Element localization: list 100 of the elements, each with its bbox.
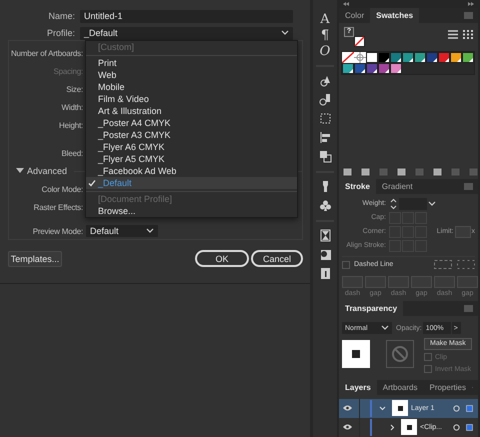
color-swatch[interactable] [390,62,402,74]
visibility-icon[interactable] [343,405,352,412]
color-swatch[interactable] [462,52,474,63]
templates-button[interactable]: Templates... [8,250,62,266]
stepper-icon[interactable] [389,198,398,210]
menu-item[interactable]: Mobile [86,81,297,93]
color-swatch[interactable] [366,62,378,74]
dash-corners-icon[interactable] [457,260,475,269]
menu-item[interactable]: _Default [86,177,297,189]
menu-item: [Document Profile] [97,193,174,205]
hourglass-icon[interactable] [318,229,332,242]
dash-field[interactable] [411,276,432,288]
checkbox[interactable] [424,353,432,362]
opentype-tool[interactable]: O [320,44,330,60]
chevron-down-icon [146,228,154,234]
shapes-icon[interactable] [318,74,332,87]
weight-field[interactable] [399,198,427,210]
menu-item[interactable]: _Flyer A5 CMYK [86,153,297,165]
no-mask-icon [386,340,414,368]
setting-label: Size: [65,84,84,94]
registration-swatch[interactable] [354,52,366,63]
selection-square-icon[interactable] [466,404,473,412]
layer-thumbnail [401,419,417,436]
profile-select[interactable]: _Default [80,26,293,40]
target-icon[interactable] [453,404,460,412]
dash-align-icon[interactable] [434,260,452,269]
color-swatch[interactable] [354,62,366,74]
artwork-thumbnail [342,340,370,368]
color-swatch[interactable] [450,52,462,63]
pathfinder-icon[interactable] [318,150,332,163]
setting-label: Width: [60,102,84,112]
list-view-icon[interactable] [448,30,458,39]
align-left-icon[interactable] [318,131,332,144]
chevron-down-icon [428,200,436,206]
dash-field[interactable] [434,276,455,288]
menu-item[interactable]: Art & Illustration [86,105,297,117]
menu-item[interactable]: _Poster A4 CMYK [86,117,297,129]
color-swatch[interactable] [414,52,426,63]
panel-tab[interactable]: Color [339,8,370,23]
panel-tab[interactable]: Properties [423,380,472,395]
panel-tab[interactable]: Swatches [370,8,420,23]
grid-view-icon[interactable] [463,30,473,39]
selection-square-icon[interactable] [466,424,473,431]
menu-item[interactable]: Browse... [86,205,297,217]
preview-mode-select[interactable]: Default [86,225,158,237]
character-tool[interactable]: A [320,12,330,28]
visibility-icon[interactable] [343,424,352,430]
checkbox[interactable] [424,365,432,374]
setting-label: Number of Artboards: [10,48,84,58]
cancel-button[interactable]: Cancel [251,250,303,267]
none-swatch[interactable] [342,52,354,63]
menu-item[interactable]: Web [86,69,297,81]
chevron-down-icon [281,30,289,36]
dotted-square-icon[interactable] [318,112,332,125]
paragraph-tool[interactable]: ¶ [320,28,330,44]
option-toggle[interactable] [402,212,414,224]
color-swatch[interactable] [378,52,390,63]
club-icon[interactable] [318,199,332,212]
menu-item[interactable]: Film & Video [86,93,297,105]
limit-field[interactable] [454,226,470,238]
disclosure-triangle-icon[interactable] [16,168,24,174]
panel-tab[interactable]: Stroke [339,178,376,194]
target-icon[interactable] [453,424,460,431]
panel-tab[interactable]: Artboards [376,380,424,395]
dash-field[interactable] [388,276,409,288]
stroke-swatch-icon [354,36,365,47]
setting-label: Bleed: [60,148,84,158]
name-field[interactable]: Untitled-1 [80,10,293,22]
color-swatch[interactable] [378,62,390,74]
setting-label: Raster Effects: [32,202,84,212]
section-toggle[interactable]: Advanced [27,166,68,176]
setting-label: Spacing: [52,66,84,76]
layer-thumbnail [392,400,408,416]
chevron-down-icon [381,325,389,332]
dash-field[interactable] [365,276,386,288]
setting-label: Height: [58,120,84,130]
color-swatch[interactable] [402,52,414,63]
color-swatch[interactable] [438,52,450,63]
color-swatch[interactable] [342,62,354,74]
color-swatch[interactable] [426,52,438,63]
color-swatch[interactable] [390,52,402,63]
field-label: Profile: [46,28,76,38]
menu-item[interactable]: Print [86,57,297,69]
option-toggle[interactable] [389,212,401,224]
dash-field[interactable] [457,276,478,288]
setting-label: Color Mode: [40,184,84,194]
panel-tab[interactable]: Layers [339,380,377,395]
menu-item[interactable]: _Facebook Ad Web [86,165,297,177]
color-swatch[interactable] [366,52,378,63]
checkmark-icon [88,180,96,187]
ok-button[interactable]: OK [195,250,249,267]
option-toggle[interactable] [415,212,427,224]
menu-item[interactable]: _Poster A3 CMYK [86,129,297,141]
panel-tab[interactable]: Gradient [376,178,419,194]
dashed-line-checkbox[interactable] [342,260,350,268]
menu-item: [Custom] [97,41,136,53]
panel-tab[interactable]: Transparency [339,301,404,316]
dash-field[interactable] [342,276,363,288]
menu-item[interactable]: _Flyer A6 CMYK [86,141,297,153]
field-label: Name: [47,11,76,21]
